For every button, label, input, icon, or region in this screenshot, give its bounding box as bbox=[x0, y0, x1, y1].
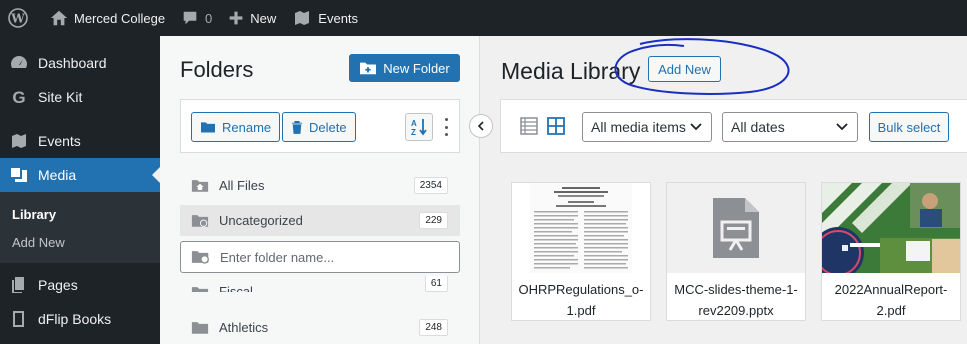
folder-name: Fiscal bbox=[219, 284, 253, 292]
grid-view-icon[interactable] bbox=[546, 116, 566, 136]
sidebar-item-site-kit[interactable]: G Site Kit bbox=[0, 80, 160, 114]
sidebar-label-dashboard: Dashboard bbox=[38, 55, 107, 71]
new-label: New bbox=[250, 10, 277, 26]
media-submenu: Library Add New bbox=[0, 192, 160, 263]
book-icon bbox=[13, 311, 24, 327]
delete-button[interactable]: Delete bbox=[282, 112, 356, 142]
collapse-folders-button[interactable] bbox=[469, 114, 493, 138]
page-title: Media Library bbox=[501, 58, 641, 84]
folder-count: 61 bbox=[424, 276, 448, 292]
sidebar-item-media[interactable]: Media bbox=[0, 158, 160, 192]
presentation-file-icon bbox=[713, 198, 759, 258]
folder-toolbar: Rename Delete AZ bbox=[180, 99, 460, 153]
folder-info-icon bbox=[191, 215, 209, 227]
site-name: Merced College bbox=[74, 10, 166, 26]
comments-link[interactable]: 0 bbox=[173, 0, 220, 36]
admin-sidebar: Dashboard G Site Kit Events Media Librar… bbox=[0, 36, 160, 344]
submenu-item-add-new[interactable]: Add New bbox=[0, 228, 160, 256]
svg-text:A: A bbox=[411, 119, 417, 128]
chevron-left-icon bbox=[477, 121, 484, 131]
submenu-item-library[interactable]: Library bbox=[0, 200, 160, 228]
sidebar-label-site-kit: Site Kit bbox=[38, 89, 83, 105]
sitekit-icon: G bbox=[12, 88, 25, 107]
admin-bar: W Merced College 0 New Events bbox=[0, 0, 967, 36]
sidebar-label-events: Events bbox=[38, 133, 81, 149]
dashboard-icon bbox=[10, 56, 28, 68]
folder-count: 248 bbox=[419, 319, 448, 336]
sidebar-label-dflip-books: dFlip Books bbox=[38, 311, 112, 327]
folder-row-uncategorized[interactable]: Uncategorized 229 bbox=[180, 205, 460, 236]
wordpress-icon: W bbox=[8, 8, 28, 28]
more-options-icon[interactable] bbox=[443, 118, 449, 136]
folder-row-all-files[interactable]: All Files 2354 bbox=[180, 170, 460, 201]
media-type-value: All media items bbox=[591, 119, 686, 135]
folder-row-athletics[interactable]: Athletics 248 bbox=[180, 312, 460, 343]
plus-icon bbox=[229, 11, 243, 25]
sort-az-icon: AZ bbox=[411, 119, 427, 137]
sidebar-item-events[interactable]: Events bbox=[0, 124, 160, 158]
media-item-filename: OHRPRegulations_o-1.pdf bbox=[518, 282, 644, 318]
comment-icon bbox=[183, 11, 197, 25]
folder-name: Uncategorized bbox=[219, 213, 303, 228]
sort-az-button[interactable]: AZ bbox=[405, 113, 433, 141]
new-content-link[interactable]: New bbox=[220, 0, 284, 36]
pdf-thumbnail bbox=[512, 183, 650, 273]
chevron-down-icon bbox=[690, 123, 702, 131]
date-select[interactable]: All dates bbox=[722, 112, 858, 142]
sidebar-item-dashboard[interactable]: Dashboard bbox=[0, 46, 160, 80]
media-item[interactable]: OHRPRegulations_o-1.pdf bbox=[511, 182, 651, 321]
folder-row-fiscal[interactable]: Fiscal 61 bbox=[180, 276, 460, 292]
rename-label: Rename bbox=[222, 119, 272, 135]
add-new-button[interactable]: Add New bbox=[648, 56, 721, 82]
media-item[interactable]: MCC-slides-theme-1-rev2209.pptx bbox=[666, 182, 806, 321]
annual-report-thumbnail bbox=[822, 183, 960, 273]
folder-plus-icon bbox=[360, 62, 377, 75]
rename-button[interactable]: Rename bbox=[191, 112, 281, 142]
pages-icon bbox=[12, 277, 24, 293]
folder-icon bbox=[191, 322, 209, 334]
sidebar-label-media: Media bbox=[38, 167, 77, 183]
home-icon bbox=[50, 10, 68, 26]
sidebar-label-pages: Pages bbox=[38, 277, 78, 293]
folder-icon bbox=[191, 287, 209, 292]
svg-text:Z: Z bbox=[411, 128, 416, 137]
media-filter-bar: All media items All dates Bulk select bbox=[500, 99, 967, 153]
folder-search-icon bbox=[191, 251, 209, 264]
folder-count: 229 bbox=[419, 212, 448, 229]
events-link[interactable]: Events bbox=[284, 0, 366, 36]
list-view-icon[interactable] bbox=[519, 116, 539, 136]
svg-text:G: G bbox=[12, 88, 25, 107]
media-type-select[interactable]: All media items bbox=[582, 112, 712, 142]
site-name-link[interactable]: Merced College bbox=[42, 0, 173, 36]
folder-name-field[interactable] bbox=[180, 241, 460, 273]
media-item[interactable]: 2022AnnualReport-2.pdf bbox=[821, 182, 961, 321]
folder-name: All Files bbox=[219, 178, 265, 193]
events-icon bbox=[295, 11, 310, 25]
events-label: Events bbox=[318, 10, 359, 26]
folder-home-icon bbox=[191, 180, 209, 192]
date-value: All dates bbox=[731, 119, 785, 135]
folder-edit-icon bbox=[201, 122, 215, 133]
folders-panel: Folders New Folder Rename Delete AZ All … bbox=[160, 36, 480, 344]
folder-name: Athletics bbox=[219, 320, 269, 335]
folders-title: Folders bbox=[180, 57, 254, 82]
folder-count: 2354 bbox=[413, 177, 448, 194]
chevron-down-icon bbox=[836, 123, 848, 131]
wordpress-logo-button[interactable]: W bbox=[0, 0, 36, 36]
pptx-thumbnail bbox=[667, 183, 805, 273]
delete-label: Delete bbox=[309, 119, 347, 135]
new-folder-label: New Folder bbox=[383, 60, 450, 76]
comments-count: 0 bbox=[205, 10, 213, 26]
svg-text:W: W bbox=[10, 12, 25, 26]
bulk-select-button[interactable]: Bulk select bbox=[869, 112, 949, 142]
sidebar-item-dflip-books[interactable]: dFlip Books bbox=[0, 302, 160, 336]
events-icon bbox=[12, 134, 26, 148]
sidebar-item-pages[interactable]: Pages bbox=[0, 268, 160, 302]
media-icon bbox=[11, 168, 27, 182]
folder-name-input[interactable] bbox=[220, 249, 440, 265]
media-item-filename: MCC-slides-theme-1-rev2209.pptx bbox=[674, 282, 798, 318]
new-folder-button[interactable]: New Folder bbox=[349, 54, 460, 82]
trash-icon bbox=[291, 121, 303, 134]
media-item-filename: 2022AnnualReport-2.pdf bbox=[834, 282, 948, 318]
